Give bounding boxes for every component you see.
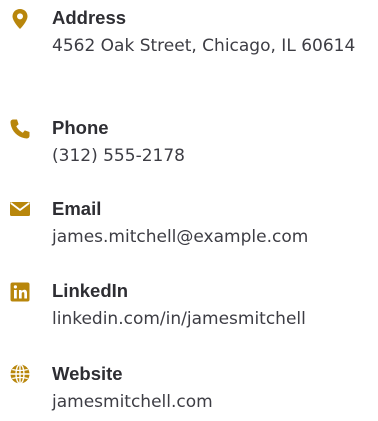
contact-item-website: Website jamesmitchell.com [0, 362, 372, 417]
contact-value-linkedin[interactable]: linkedin.com/in/jamesmitchell [52, 305, 372, 334]
map-pin-icon-svg [12, 9, 28, 29]
contact-label-email: Email [52, 198, 102, 219]
globe-icon [9, 363, 31, 385]
globe-icon-svg [10, 363, 30, 385]
envelope-icon-svg [10, 202, 30, 216]
contact-value-email: james.mitchell@example.com [52, 227, 309, 247]
contact-label-phone: Phone [52, 117, 109, 138]
map-pin-icon [9, 8, 31, 30]
contact-value-phone: (312) 555-2178 [52, 146, 185, 166]
linkedin-icon-svg [10, 282, 30, 302]
contact-label-linkedin: LinkedIn [52, 280, 129, 301]
contact-value-address: 4562 Oak Street, Chicago, IL 60614 [52, 36, 356, 56]
contact-label-website: Website [52, 363, 123, 384]
envelope-icon [9, 198, 31, 220]
contact-item-email: Email james.mitchell@example.com [0, 197, 372, 252]
phone-icon-svg [10, 119, 30, 139]
linkedin-icon [9, 281, 31, 303]
contact-value-website[interactable]: jamesmitchell.com [52, 388, 372, 417]
contact-label-address: Address [52, 7, 127, 28]
contact-item-address: Address 4562 Oak Street, Chicago, IL 606… [0, 0, 372, 61]
contact-item-linkedin: LinkedIn linkedin.com/in/jamesmitchell [0, 279, 372, 334]
phone-icon [9, 118, 31, 140]
contact-item-phone: Phone (312) 555-2178 [0, 116, 372, 171]
